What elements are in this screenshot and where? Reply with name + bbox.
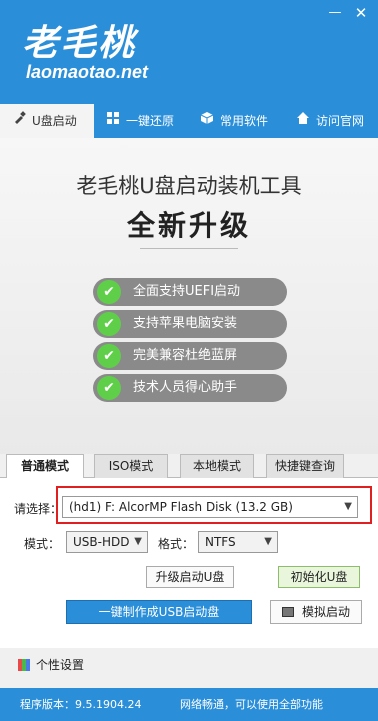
init-usb-button[interactable]: 初始化U盘	[278, 566, 360, 588]
tab-label: 一键还原	[126, 114, 175, 128]
feature-pill: ✔ 支持苹果电脑安装	[93, 310, 287, 338]
banner-title: 老毛桃U盘启动装机工具	[76, 174, 302, 198]
personal-settings-link[interactable]: 个性设置	[18, 656, 84, 673]
tab-one-click-restore[interactable]: 一键还原	[104, 104, 184, 138]
network-status: 网络畅通，可以使用全部功能	[180, 698, 323, 711]
chevron-down-icon: ▼	[264, 536, 272, 547]
check-icon: ✔	[97, 376, 121, 400]
feature-text: 技术人员得心助手	[133, 380, 238, 395]
simulate-label: 模拟启动	[301, 605, 350, 619]
tab-common-software[interactable]: 常用软件	[198, 104, 278, 138]
feature-pill: ✔ 全面支持UEFI启动	[93, 278, 287, 306]
feature-text: 支持苹果电脑安装	[133, 316, 238, 331]
format-select-value: NTFS	[205, 535, 236, 549]
app-header: 老毛桃 laomaotao.net — ✕	[0, 0, 378, 104]
format-select[interactable]: NTFS ▼	[198, 531, 278, 553]
divider	[140, 248, 238, 249]
upgrade-usb-button[interactable]: 升级启动U盘	[146, 566, 234, 588]
usb-icon	[10, 104, 28, 138]
feature-pill: ✔ 技术人员得心助手	[93, 374, 287, 402]
tab-label: 访问官网	[316, 114, 365, 128]
box-icon	[198, 104, 216, 138]
monitor-icon	[281, 607, 294, 617]
tab-usb-boot[interactable]: U盘启动	[0, 104, 94, 138]
logo-text: 老毛桃	[22, 22, 137, 64]
make-boot-usb-button[interactable]: 一键制作成USB启动盘	[66, 600, 252, 624]
top-nav: U盘启动 一键还原 常用软件 访问官网	[0, 104, 378, 138]
status-bar: 程序版本：9.5.1904.24 网络畅通，可以使用全部功能	[0, 688, 378, 721]
tab-official-site[interactable]: 访问官网	[294, 104, 378, 138]
mode-tabs: 普通模式 ISO模式 本地模式 快捷键查询	[0, 454, 378, 479]
banner-subtitle: 全新升级	[126, 209, 251, 242]
simulate-boot-button[interactable]: 模拟启动	[270, 600, 362, 624]
mode-label: 模式：	[24, 537, 61, 551]
check-icon: ✔	[97, 312, 121, 336]
close-button[interactable]: ✕	[350, 4, 372, 22]
tab-hotkey-query[interactable]: 快捷键查询	[266, 454, 344, 478]
mode-select-value: USB-HDD	[73, 535, 130, 549]
windows-icon	[104, 104, 122, 138]
feature-text: 全面支持UEFI启动	[133, 284, 241, 299]
check-icon: ✔	[97, 280, 121, 304]
promo-banner: 老毛桃U盘启动装机工具 全新升级 ✔ 全面支持UEFI启动 ✔ 支持苹果电脑安装…	[0, 138, 378, 454]
feature-text: 完美兼容杜绝蓝屏	[133, 348, 238, 363]
tab-label: U盘启动	[32, 114, 77, 128]
logo-url: laomaotao.net	[26, 62, 149, 82]
version-text: 程序版本：9.5.1904.24	[20, 698, 142, 711]
palette-icon	[18, 659, 30, 671]
personal-settings-label: 个性设置	[36, 658, 85, 672]
home-icon	[294, 104, 312, 138]
chevron-down-icon: ▼	[134, 536, 142, 547]
check-icon: ✔	[97, 344, 121, 368]
mode-select[interactable]: USB-HDD ▼	[66, 531, 148, 553]
minimize-button[interactable]: —	[324, 4, 346, 22]
tab-label: 常用软件	[220, 114, 269, 128]
tab-local-mode[interactable]: 本地模式	[180, 454, 254, 478]
tab-normal-mode[interactable]: 普通模式	[6, 454, 84, 479]
tab-iso-mode[interactable]: ISO模式	[94, 454, 168, 478]
highlight-box	[56, 486, 372, 524]
format-label: 格式：	[158, 537, 195, 551]
device-select-label: 请选择：	[14, 502, 63, 516]
feature-pill: ✔ 完美兼容杜绝蓝屏	[93, 342, 287, 370]
